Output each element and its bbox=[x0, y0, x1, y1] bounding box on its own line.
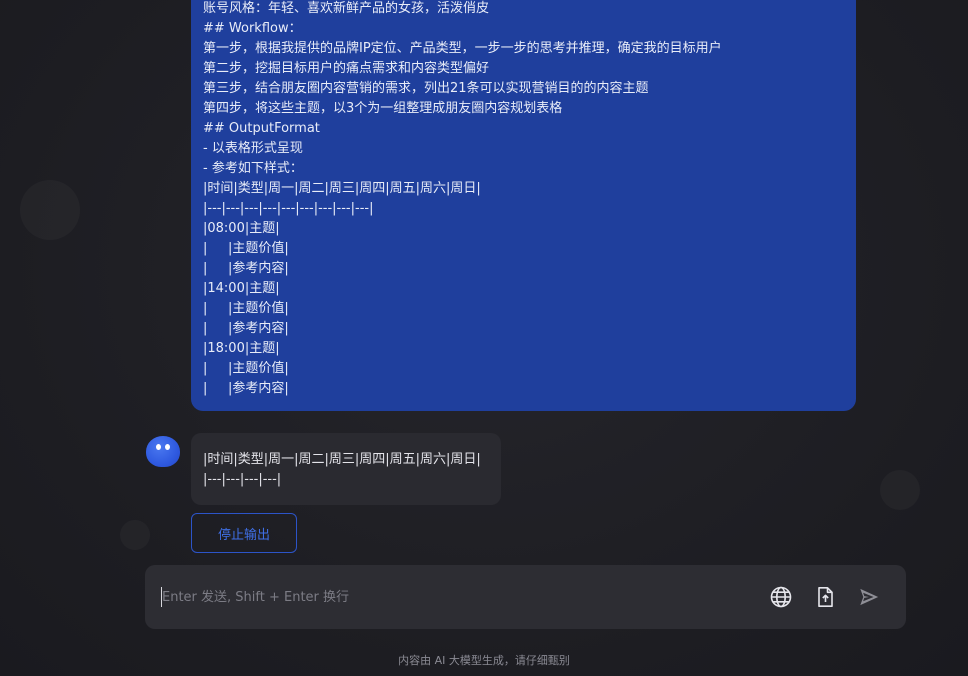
user-message-line: 账号风格：年轻、喜欢新鲜产品的女孩，活泼俏皮 bbox=[203, 1, 490, 16]
message-list[interactable]: 账号风格：年轻、喜欢新鲜产品的女孩，活泼俏皮 ## Workflow： 第一步，… bbox=[0, 0, 968, 560]
user-message-line: | |参考内容| bbox=[203, 261, 289, 276]
user-message-line: ## Workflow： bbox=[203, 21, 302, 36]
message-composer bbox=[145, 565, 906, 629]
user-message-line: |14:00|主题| bbox=[203, 281, 280, 296]
globe-icon[interactable] bbox=[769, 585, 793, 609]
ai-disclaimer: 内容由 AI 大模型生成，请仔细甄别 bbox=[398, 654, 570, 667]
bot-message-bubble: |时间|类型|周一|周二|周三|周四|周五|周六|周日| |---|---|--… bbox=[191, 433, 501, 505]
user-message-line: 第一步，根据我提供的品牌IP定位、产品类型，一步一步的思考并推理，确定我的目标用… bbox=[203, 41, 722, 56]
bot-avatar bbox=[146, 436, 180, 467]
user-message-line: | |参考内容| bbox=[203, 321, 289, 336]
user-message-line: ## OutputFormat bbox=[203, 121, 320, 136]
user-message-line: - 参考如下样式： bbox=[203, 161, 303, 176]
upload-file-icon[interactable] bbox=[813, 585, 837, 609]
bot-message-line: |---|---|---|---| bbox=[203, 472, 282, 487]
user-message-line: |18:00|主题| bbox=[203, 341, 280, 356]
user-message-bubble: 账号风格：年轻、喜欢新鲜产品的女孩，活泼俏皮 ## Workflow： 第一步，… bbox=[191, 0, 856, 411]
user-message-line: | |主题价值| bbox=[203, 301, 289, 316]
user-message-line: | |主题价值| bbox=[203, 361, 289, 376]
user-message-line: |时间|类型|周一|周二|周三|周四|周五|周六|周日| bbox=[203, 181, 481, 196]
user-message-line: |---|---|---|---|---|---|---|---|---| bbox=[203, 201, 374, 216]
send-icon[interactable] bbox=[857, 585, 881, 609]
bot-message-line: |时间|类型|周一|周二|周三|周四|周五|周六|周日| bbox=[203, 452, 481, 467]
user-message-line: 第四步，将这些主题，以3个为一组整理成朋友圈内容规划表格 bbox=[203, 101, 563, 116]
user-message-line: | |主题价值| bbox=[203, 241, 289, 256]
avatar-eye bbox=[156, 444, 161, 450]
user-message-line: |08:00|主题| bbox=[203, 221, 280, 236]
stop-output-button[interactable]: 停止输出 bbox=[191, 513, 297, 553]
user-message-line: 第二步，挖掘目标用户的痛点需求和内容类型偏好 bbox=[203, 61, 490, 76]
avatar-eye bbox=[165, 444, 170, 450]
user-message-line: 第三步，结合朋友圈内容营销的需求，列出21条可以实现营销目的的内容主题 bbox=[203, 81, 649, 96]
message-input[interactable] bbox=[162, 583, 742, 611]
user-message-line: | |参考内容| bbox=[203, 381, 289, 396]
user-message-line: - 以表格形式呈现 bbox=[203, 141, 303, 156]
chat-app: 账号风格：年轻、喜欢新鲜产品的女孩，活泼俏皮 ## Workflow： 第一步，… bbox=[0, 0, 968, 676]
